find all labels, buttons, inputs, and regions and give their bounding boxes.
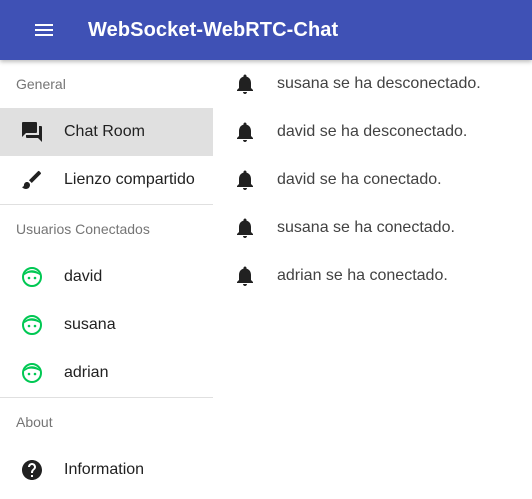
bell-icon	[233, 72, 257, 96]
menu-icon	[35, 24, 53, 36]
section-header-about: About	[16, 414, 53, 430]
list-item: david se ha conectado.	[213, 156, 532, 204]
chat-icon	[20, 120, 44, 144]
face-icon	[20, 265, 44, 289]
nav-item-label: Information	[64, 461, 145, 478]
navigation-drawer: General Chat Room Lienzo compartido Usua…	[0, 60, 213, 499]
message-list: susana se ha desconectado. david se ha d…	[213, 60, 532, 499]
app-title: WebSocket-WebRTC-Chat	[88, 18, 339, 41]
user-item-david[interactable]: david	[0, 253, 213, 301]
section-header-general: General	[16, 76, 66, 92]
app-bar: WebSocket-WebRTC-Chat	[0, 0, 532, 60]
list-item: adrian se ha conectado.	[213, 252, 532, 300]
nav-item-label: Chat Room	[64, 123, 145, 140]
nav-item-label: Lienzo compartido	[64, 171, 195, 188]
bell-icon	[233, 120, 257, 144]
brush-icon	[20, 168, 44, 192]
user-item-adrian[interactable]: adrian	[0, 349, 213, 397]
menu-button[interactable]	[24, 10, 64, 50]
message-text: adrian se ha conectado.	[277, 267, 448, 284]
section-header-usuarios-conectados: Usuarios Conectados	[16, 221, 150, 237]
user-name: david	[64, 268, 103, 285]
nav-item-chat-room[interactable]: Chat Room	[0, 108, 213, 156]
user-name: adrian	[64, 364, 109, 381]
bell-icon	[233, 168, 257, 192]
message-text: david se ha desconectado.	[277, 123, 468, 140]
message-text: susana se ha conectado.	[277, 219, 455, 236]
bell-icon	[233, 264, 257, 288]
user-item-susana[interactable]: susana	[0, 301, 213, 349]
face-icon	[20, 361, 44, 385]
face-icon	[20, 313, 44, 337]
user-name: susana	[64, 316, 116, 333]
help-icon	[20, 458, 44, 482]
nav-item-lienzo-compartido[interactable]: Lienzo compartido	[0, 156, 213, 204]
list-item: david se ha desconectado.	[213, 108, 532, 156]
list-item: susana se ha desconectado.	[213, 60, 532, 108]
list-item: susana se ha conectado.	[213, 204, 532, 252]
bell-icon	[233, 216, 257, 240]
nav-item-information[interactable]: Information	[0, 446, 213, 494]
message-text: david se ha conectado.	[277, 171, 442, 188]
message-text: susana se ha desconectado.	[277, 75, 481, 92]
